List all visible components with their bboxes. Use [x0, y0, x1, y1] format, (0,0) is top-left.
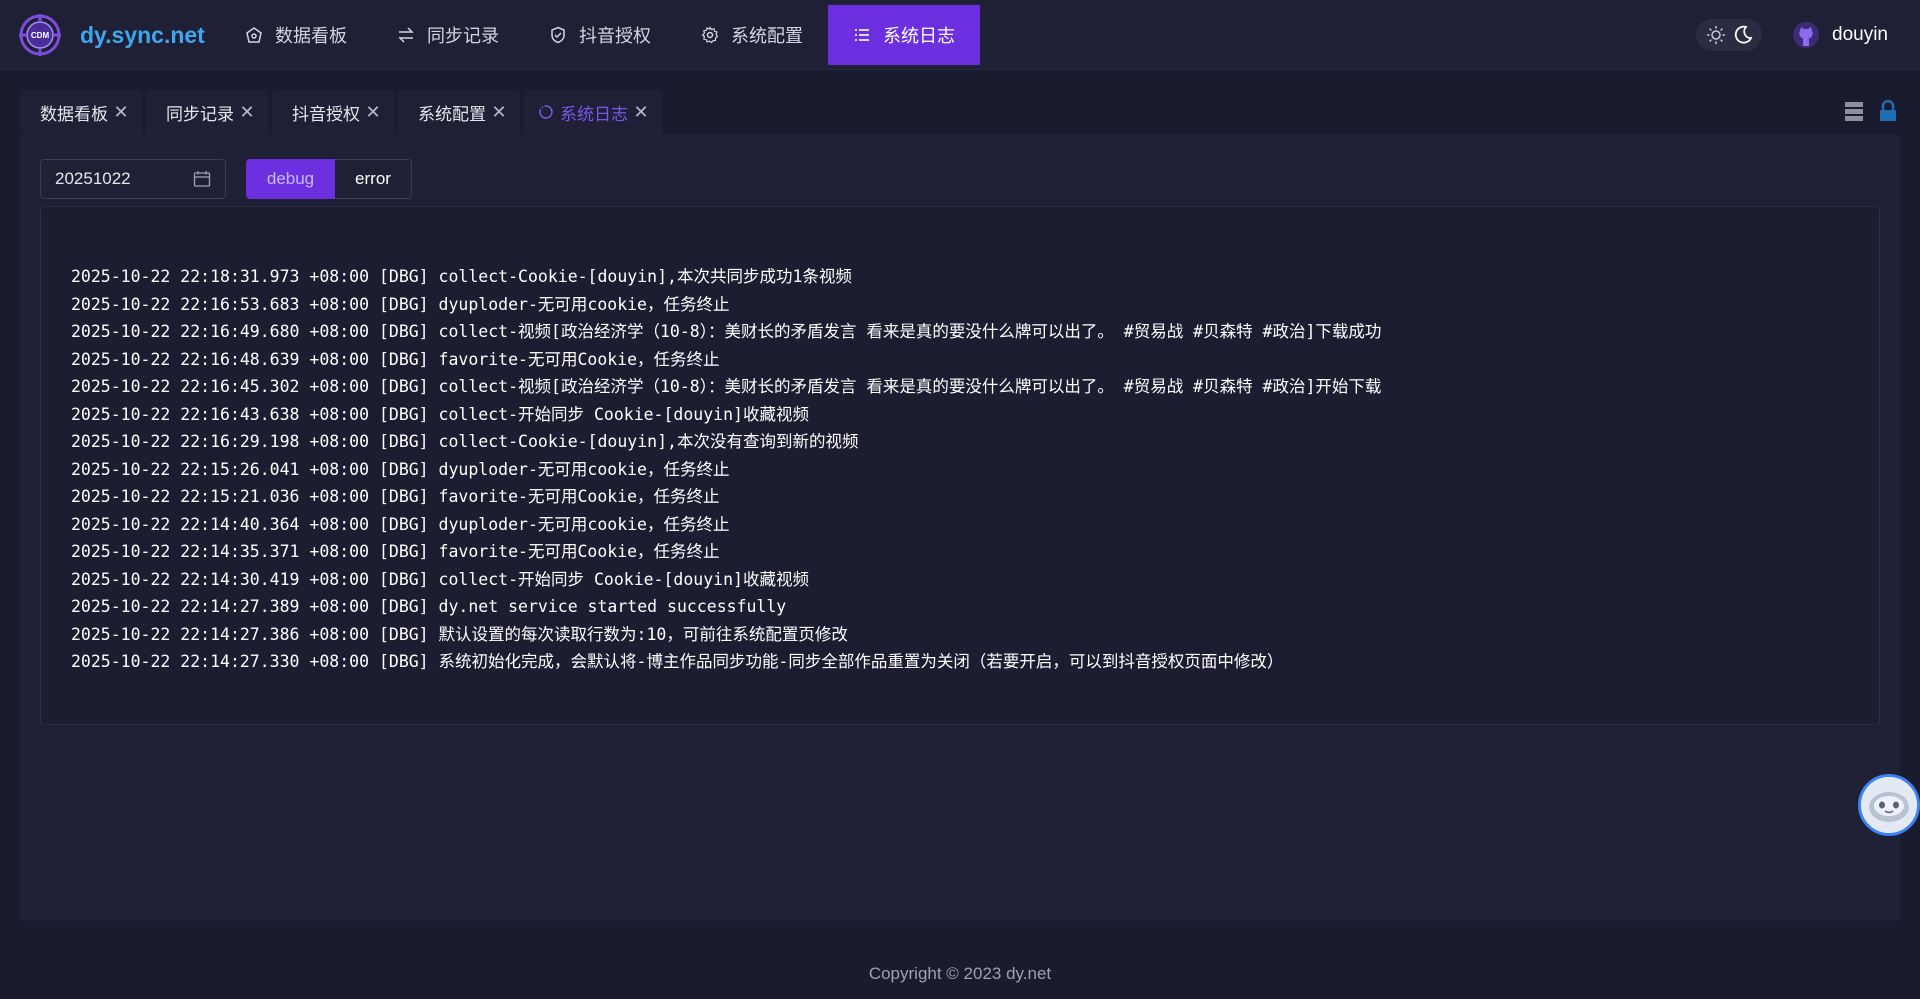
- tab-label: 同步记录: [166, 104, 234, 124]
- shield-icon: [549, 26, 567, 44]
- user-name: douyin: [1832, 24, 1888, 45]
- log-line: 2025-10-22 22:14:40.364 +08:00 [DBG] dyu…: [71, 514, 730, 534]
- nav-label: 抖音授权: [579, 26, 651, 46]
- debug-button[interactable]: debug: [246, 159, 335, 199]
- tab-system-logs[interactable]: 系统日志 ✕: [524, 90, 662, 134]
- error-button[interactable]: error: [335, 159, 412, 199]
- tab-sync-records[interactable]: 同步记录 ✕: [146, 90, 268, 134]
- list-icon: [853, 26, 871, 44]
- dashboard-icon: [245, 26, 263, 44]
- chat-assistant-button[interactable]: [1858, 774, 1920, 836]
- user-menu[interactable]: douyin: [1792, 20, 1888, 50]
- log-output: 2025-10-22 22:18:31.973 +08:00 [DBG] col…: [40, 206, 1880, 725]
- nav-label: 系统配置: [731, 26, 803, 46]
- log-line: 2025-10-22 22:15:21.036 +08:00 [DBG] fav…: [71, 487, 720, 506]
- robot-avatar-icon: [1861, 777, 1917, 833]
- lock-icon[interactable]: [1878, 100, 1898, 122]
- date-picker[interactable]: 20251022: [40, 159, 226, 199]
- nav-label: 数据看板: [275, 26, 347, 46]
- nav-item-system-config[interactable]: 系统配置: [676, 5, 828, 65]
- close-icon[interactable]: ✕: [491, 102, 506, 122]
- log-line: 2025-10-22 22:15:26.041 +08:00 [DBG] dyu…: [71, 459, 730, 479]
- log-line: 2025-10-22 22:16:49.680 +08:00 [DBG] col…: [71, 322, 1382, 341]
- logo-icon[interactable]: CDM: [18, 13, 62, 57]
- tab-label: 系统配置: [418, 104, 486, 124]
- tab-label: 数据看板: [40, 104, 108, 124]
- log-line: 2025-10-22 22:16:45.302 +08:00 [DBG] col…: [71, 377, 1382, 396]
- date-value: 20251022: [55, 169, 131, 188]
- list-view-icon[interactable]: [1844, 100, 1864, 122]
- nav-item-douyin-auth[interactable]: 抖音授权: [524, 5, 676, 65]
- tab-douyin-auth[interactable]: 抖音授权 ✕: [272, 90, 394, 134]
- nav-label: 系统日志: [883, 26, 955, 46]
- close-icon[interactable]: ✕: [365, 102, 380, 122]
- close-icon[interactable]: ✕: [633, 102, 648, 122]
- tab-label: 抖音授权: [292, 104, 360, 124]
- log-line: 2025-10-22 22:14:35.371 +08:00 [DBG] fav…: [71, 542, 720, 561]
- moon-icon[interactable]: [1733, 25, 1753, 45]
- brand-name[interactable]: dy.sync.net: [80, 20, 205, 50]
- nav-item-sync-records[interactable]: 同步记录: [372, 5, 524, 65]
- tab-label: 系统日志: [560, 104, 628, 124]
- nav-item-dashboard[interactable]: 数据看板: [220, 5, 372, 65]
- tab-dashboard[interactable]: 数据看板 ✕: [20, 90, 142, 134]
- sync-arrows-icon: [397, 26, 415, 44]
- log-line: 2025-10-22 22:18:31.973 +08:00 [DBG] col…: [71, 267, 852, 286]
- calendar-icon[interactable]: [193, 170, 211, 188]
- gear-icon: [701, 26, 719, 44]
- logo-text: CDM: [31, 31, 50, 40]
- log-line: 2025-10-22 22:16:43.638 +08:00 [DBG] col…: [71, 404, 809, 424]
- log-line: 2025-10-22 22:16:48.639 +08:00 [DBG] fav…: [71, 349, 720, 369]
- close-icon[interactable]: ✕: [239, 102, 254, 122]
- nav-label: 同步记录: [427, 26, 499, 46]
- footer-copyright: Copyright © 2023 dy.net: [868, 964, 1052, 983]
- log-line: 2025-10-22 22:14:27.389 +08:00 [DBG] dy.…: [71, 597, 787, 616]
- page-tabs: 数据看板 ✕ 同步记录 ✕ 抖音授权 ✕ 系统配置 ✕ 系统日志 ✕: [20, 90, 666, 134]
- log-line: 2025-10-22 22:14:30.419 +08:00 [DBG] col…: [71, 569, 809, 589]
- log-level-selector: debug error: [246, 159, 412, 199]
- log-line: 2025-10-22 22:14:27.330 +08:00 [DBG] 系统初…: [71, 652, 1284, 671]
- log-lines: 2025-10-22 22:18:31.973 +08:00 [DBG] col…: [71, 263, 1381, 676]
- theme-toggle[interactable]: [1696, 19, 1762, 51]
- tab-tools: [1844, 100, 1898, 122]
- log-line: 2025-10-22 22:14:27.386 +08:00 [DBG] 默认设…: [71, 624, 848, 644]
- sun-icon[interactable]: [1706, 25, 1726, 45]
- log-line: 2025-10-22 22:16:29.198 +08:00 [DBG] col…: [71, 432, 859, 451]
- nav-item-system-logs[interactable]: 系统日志: [828, 5, 980, 65]
- loading-spinner-icon: [539, 105, 553, 119]
- github-icon: [1793, 22, 1819, 48]
- log-line: 2025-10-22 22:16:53.683 +08:00 [DBG] dyu…: [71, 294, 730, 314]
- close-icon[interactable]: ✕: [113, 102, 128, 122]
- tab-system-config[interactable]: 系统配置 ✕: [398, 90, 520, 134]
- main-nav: 数据看板 同步记录 抖音授权 系统配置 系统日志: [220, 5, 980, 65]
- top-header: CDM dy.sync.net 数据看板 同步记录 抖音授权 系统配置 系统日志…: [0, 0, 1920, 70]
